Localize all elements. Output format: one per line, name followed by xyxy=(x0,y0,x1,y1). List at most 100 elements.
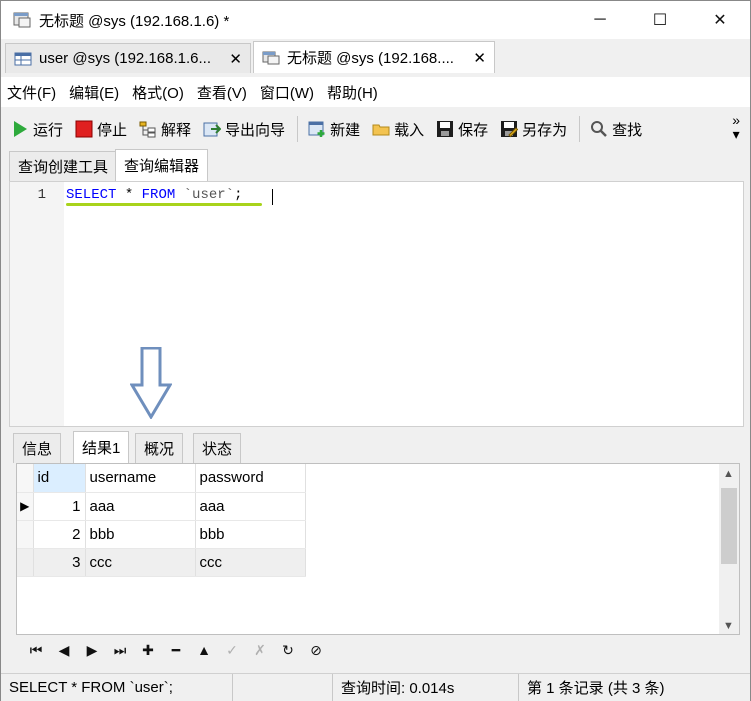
menu-help[interactable]: 帮助(H) xyxy=(327,82,378,103)
table-row[interactable]: 2 bbb bbb xyxy=(17,520,306,549)
menu-window[interactable]: 窗口(W) xyxy=(260,82,314,103)
delete-record-icon[interactable]: ━ xyxy=(162,642,190,659)
cell-password[interactable]: aaa xyxy=(195,492,306,521)
menu-format[interactable]: 格式(O) xyxy=(132,82,184,103)
scroll-down-icon[interactable]: ▼ xyxy=(723,620,734,632)
cell-username[interactable]: bbb xyxy=(85,520,196,549)
result-table: id username password ▶ 1 aaa aaa 2 bbb b… xyxy=(17,464,306,577)
toolbar-overflow-button[interactable]: » ▾ xyxy=(732,113,740,141)
table-header-row: id username password xyxy=(17,464,306,493)
previous-record-icon[interactable]: ◀ xyxy=(50,642,78,659)
tab-info[interactable]: 信息 xyxy=(13,433,62,463)
tab-profile[interactable]: 概况 xyxy=(135,433,184,463)
tab-status[interactable]: 状态 xyxy=(193,433,242,463)
cell-id[interactable]: 3 xyxy=(33,548,86,577)
cell-id[interactable]: 2 xyxy=(33,520,86,549)
save-button[interactable]: 保存 xyxy=(436,119,488,140)
maximize-button[interactable]: ☐ xyxy=(630,1,690,39)
find-button[interactable]: 查找 xyxy=(590,119,642,140)
cell-username[interactable]: ccc xyxy=(85,548,196,577)
save-label: 保存 xyxy=(458,121,489,139)
save-as-button[interactable]: 另存为 xyxy=(500,119,567,140)
cell-password[interactable]: ccc xyxy=(195,548,306,577)
discard-changes-icon[interactable]: ✗ xyxy=(246,642,274,659)
sql-star: * xyxy=(116,187,142,203)
menu-view[interactable]: 查看(V) xyxy=(197,82,247,103)
table-row[interactable]: ▶ 1 aaa aaa xyxy=(17,492,306,521)
stop-button[interactable]: 停止 xyxy=(75,119,127,140)
title-bar: 无标题 @sys (192.168.1.6) * ─ ☐ ✕ xyxy=(1,1,750,39)
status-empty-pane xyxy=(233,674,333,701)
stop-icon xyxy=(75,120,93,138)
stop-loading-icon[interactable]: ⊘ xyxy=(302,642,330,659)
explain-icon xyxy=(139,121,156,138)
run-button[interactable]: 运行 xyxy=(11,119,63,140)
save-as-icon xyxy=(501,121,519,138)
explain-button[interactable]: 解释 xyxy=(139,119,191,140)
tab-query-editor[interactable]: 查询编辑器 xyxy=(115,149,209,181)
menu-bar: 文件(F) 编辑(E) 格式(O) 查看(V) 窗口(W) 帮助(H) xyxy=(1,77,750,107)
sql-code-line: SELECT * FROM `user`; xyxy=(66,187,242,203)
sql-semicolon: ; xyxy=(234,187,243,203)
chevron-double-right-icon: » xyxy=(732,112,740,128)
sql-table-name: `user` xyxy=(175,187,235,203)
next-record-icon[interactable]: ▶ xyxy=(78,642,106,659)
column-header-id[interactable]: id xyxy=(33,464,86,493)
status-bar: SELECT * FROM `user`; 查询时间: 0.014s 第 1 条… xyxy=(1,673,750,701)
menu-edit[interactable]: 编辑(E) xyxy=(69,82,119,103)
row-indicator xyxy=(17,548,34,577)
scroll-up-icon[interactable]: ▲ xyxy=(723,468,734,480)
close-tab-icon[interactable]: ✕ xyxy=(229,50,242,68)
column-header-username[interactable]: username xyxy=(85,464,196,493)
text-cursor xyxy=(272,189,273,205)
tab-query-builder[interactable]: 查询创建工具 xyxy=(9,151,118,181)
down-arrow-icon xyxy=(130,347,172,419)
query-window-icon xyxy=(13,12,31,28)
minimize-button[interactable]: ─ xyxy=(570,1,630,39)
refresh-icon[interactable]: ↻ xyxy=(274,642,302,659)
cell-id[interactable]: 1 xyxy=(33,492,86,521)
tab-result-1[interactable]: 结果1 xyxy=(73,431,130,463)
tab-untitled-query[interactable]: 无标题 @sys (192.168.... ✕ xyxy=(253,41,495,73)
tab-untitled-query-label: 无标题 @sys (192.168.... xyxy=(287,50,454,67)
stop-label: 停止 xyxy=(97,121,128,139)
add-record-icon[interactable]: ✚ xyxy=(134,642,162,659)
close-tab-icon[interactable]: ✕ xyxy=(473,49,486,67)
first-record-icon[interactable]: ⏮ xyxy=(22,642,50,659)
window-title: 无标题 @sys (192.168.1.6) * xyxy=(39,12,230,30)
save-icon xyxy=(437,121,454,137)
export-wizard-label: 导出向导 xyxy=(225,121,286,139)
last-record-icon[interactable]: ⏭ xyxy=(106,642,134,659)
export-wizard-button[interactable]: 导出向导 xyxy=(203,119,285,140)
cell-password[interactable]: bbb xyxy=(195,520,306,549)
status-sql: SELECT * FROM `user`; xyxy=(1,674,233,701)
query-icon xyxy=(262,51,280,64)
save-as-label: 另存为 xyxy=(522,121,568,139)
document-tabs: user @sys (192.168.1.6... ✕ 无标题 @sys (19… xyxy=(1,39,750,73)
close-window-button[interactable]: ✕ xyxy=(690,1,750,39)
vertical-scrollbar[interactable]: ▲ ▼ xyxy=(719,464,739,634)
load-label: 载入 xyxy=(394,121,425,139)
column-header-password[interactable]: password xyxy=(195,464,306,493)
app-window: 无标题 @sys (192.168.1.6) * ─ ☐ ✕ user @sys… xyxy=(0,0,751,701)
new-button[interactable]: 新建 xyxy=(308,119,360,140)
status-record-count: 第 1 条记录 (共 3 条) xyxy=(527,680,665,697)
line-number-gutter: 1 xyxy=(10,182,64,426)
scrollbar-thumb[interactable] xyxy=(721,488,737,564)
result-grid[interactable]: id username password ▶ 1 aaa aaa 2 bbb b… xyxy=(16,463,740,635)
toolbar-divider xyxy=(297,116,299,142)
folder-icon xyxy=(372,124,390,136)
row-indicator xyxy=(17,520,34,549)
play-icon xyxy=(14,121,27,137)
move-up-icon[interactable]: ▲ xyxy=(190,642,218,658)
find-label: 查找 xyxy=(612,121,643,139)
menu-file[interactable]: 文件(F) xyxy=(7,82,56,103)
sql-editor[interactable]: 1 SELECT * FROM `user`; xyxy=(9,181,744,427)
load-button[interactable]: 载入 xyxy=(372,119,424,140)
tab-user-table[interactable]: user @sys (192.168.1.6... ✕ xyxy=(5,43,251,73)
apply-changes-icon[interactable]: ✓ xyxy=(218,642,246,659)
table-row[interactable]: 3 ccc ccc xyxy=(17,548,306,577)
syntax-underline xyxy=(66,203,262,206)
status-query-time: 查询时间: 0.014s xyxy=(333,674,519,701)
cell-username[interactable]: aaa xyxy=(85,492,196,521)
